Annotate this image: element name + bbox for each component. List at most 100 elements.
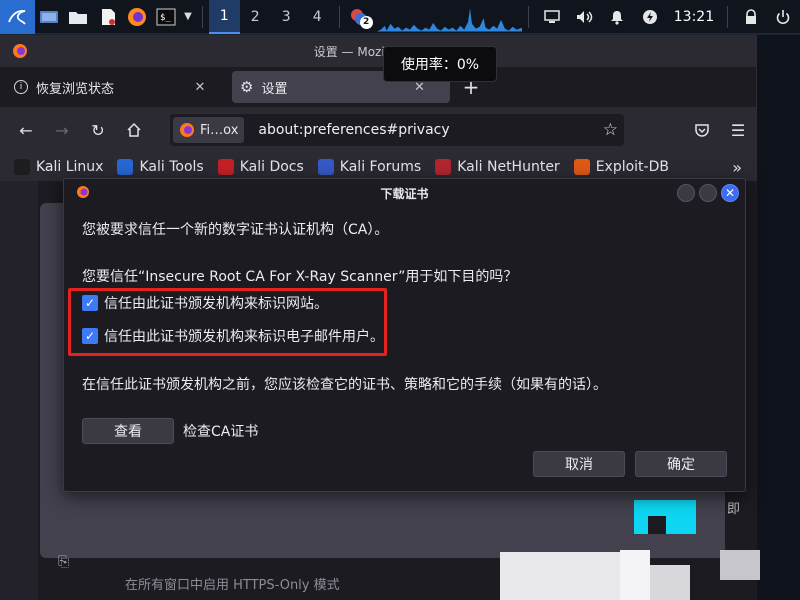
navigation-toolbar: ← → ↻ Fi…ox about:preferences#privacy ☆ … <box>0 107 756 153</box>
launcher-dropdown[interactable]: ▼ <box>180 0 196 34</box>
wallpaper-fragment <box>648 516 666 534</box>
volume-button[interactable] <box>568 0 601 34</box>
home-button[interactable] <box>116 114 152 146</box>
firefox-icon <box>180 123 194 137</box>
pocket-button[interactable] <box>684 114 720 146</box>
cancel-button[interactable]: 取消 <box>533 451 625 477</box>
view-certificate-label: 检查CA证书 <box>183 424 259 440</box>
wallpaper-fragment <box>500 552 620 600</box>
hamburger-menu-icon: ☰ <box>730 120 746 140</box>
taskbar-separator <box>338 5 340 28</box>
firefox-launcher-button[interactable] <box>122 0 151 34</box>
bookmark-kali-forums[interactable]: Kali Forums <box>317 159 421 175</box>
bookmark-exploit-db[interactable]: Exploit-DB <box>573 159 669 175</box>
bookmark-kali-linux[interactable]: Kali Linux <box>14 159 103 175</box>
pocket-icon <box>695 124 709 137</box>
trust-email-checkbox[interactable]: ✓ <box>82 328 98 344</box>
kali-nethunter-icon <box>435 159 452 175</box>
bookmark-label: Exploit-DB <box>595 159 669 175</box>
bookmark-kali-tools[interactable]: Kali Tools <box>117 159 204 175</box>
lock-icon <box>745 8 756 24</box>
checkmark-icon: ✓ <box>84 329 96 343</box>
dialog-titlebar[interactable]: 下载证书 ✕ <box>64 179 745 207</box>
file-manager-button[interactable] <box>64 0 93 34</box>
show-desktop-button[interactable] <box>35 0 64 34</box>
lock-screen-button[interactable] <box>734 0 767 34</box>
logout-button[interactable] <box>767 0 800 34</box>
settings-side-icon[interactable]: ⎘ <box>58 554 69 570</box>
workspace-2[interactable]: 2 <box>240 0 271 34</box>
app-menu-button[interactable]: ☰ <box>720 114 756 146</box>
trust-email-option[interactable]: ✓ 信任由此证书颁发机构来标识电子邮件用户。 <box>82 326 384 346</box>
trust-websites-option[interactable]: ✓ 信任由此证书颁发机构来标识网站。 <box>82 293 328 313</box>
arrow-left-icon: ← <box>19 120 33 140</box>
minimize-button[interactable] <box>677 184 695 202</box>
exploit-db-icon <box>573 159 590 175</box>
document-icon <box>101 8 115 25</box>
desktop-wallpaper <box>757 35 800 600</box>
chevron-down-icon: ▼ <box>184 11 192 22</box>
notification-app-button[interactable]: 2 <box>346 0 373 34</box>
speaker-icon <box>577 10 593 23</box>
taskbar: $_ ▼ 1 2 3 4 2 13:21 <box>0 0 800 34</box>
terminal-icon: $_ <box>156 8 176 25</box>
text-editor-button[interactable] <box>93 0 122 34</box>
kali-menu-button[interactable] <box>0 0 35 34</box>
url-text[interactable]: about:preferences#privacy <box>258 122 449 138</box>
clock[interactable]: 13:21 <box>667 0 721 34</box>
dialog-question-text: 您要信任“Insecure Root CA For X-Ray Scanner”… <box>82 269 518 285</box>
bookmarks-overflow-button[interactable]: » <box>732 158 742 177</box>
identity-box[interactable]: Fi…ox <box>173 117 245 143</box>
workspace-3[interactable]: 3 <box>271 0 302 34</box>
bookmark-kali-docs[interactable]: Kali Docs <box>217 159 304 175</box>
bookmark-label: Kali Docs <box>239 159 304 175</box>
power-bolt-icon <box>643 9 658 24</box>
identity-label: Fi…ox <box>200 122 239 138</box>
bookmark-label: Kali Tools <box>139 159 204 175</box>
cpu-usage-tooltip: 使用率：0% <box>383 46 497 82</box>
back-button[interactable]: ← <box>8 114 44 146</box>
tab-label: 恢复浏览状态 <box>36 81 115 97</box>
power-icon <box>777 9 790 24</box>
checkbox-label: 信任由此证书颁发机构来标识电子邮件用户。 <box>104 329 384 345</box>
info-icon: i <box>14 80 28 94</box>
home-icon <box>127 122 141 137</box>
checkbox-label: 信任由此证书颁发机构来标识网站。 <box>104 296 328 312</box>
forward-button[interactable]: → <box>44 114 80 146</box>
wallpaper-fragment <box>720 550 760 580</box>
bookmark-kali-nethunter[interactable]: Kali NetHunter <box>435 159 560 175</box>
bell-icon <box>611 10 624 25</box>
window-titlebar[interactable]: 设置 — Mozilla Firefox <box>0 35 756 67</box>
kali-docs-icon <box>217 159 234 175</box>
close-icon: ✕ <box>724 186 736 200</box>
tab-close-button[interactable]: ✕ <box>192 80 208 95</box>
trust-websites-checkbox[interactable]: ✓ <box>82 295 98 311</box>
terminal-launcher-button[interactable]: $_ <box>151 0 180 34</box>
close-button[interactable]: ✕ <box>721 184 739 202</box>
bookmark-label: Kali NetHunter <box>457 159 560 175</box>
dialog-warning-text: 在信任此证书颁发机构之前，您应该检查它的证书、策略和它的手续（如果有的话）。 <box>82 377 607 393</box>
maximize-button[interactable] <box>699 184 717 202</box>
tab-strip: i 恢复浏览状态 ✕ ⚙ 设置 ✕ + <box>0 67 756 107</box>
cpu-usage-graph[interactable] <box>376 1 523 32</box>
workspace-1[interactable]: 1 <box>208 0 240 34</box>
power-manager-button[interactable] <box>634 0 667 34</box>
url-bar[interactable]: Fi…ox about:preferences#privacy ☆ <box>170 114 624 146</box>
ok-button[interactable]: 确定 <box>635 451 727 477</box>
window-title: 设置 — Mozilla Firefox <box>313 44 443 59</box>
notification-badge: 2 <box>359 15 373 29</box>
kali-dragon-icon <box>14 159 30 175</box>
reload-button[interactable]: ↻ <box>80 114 116 146</box>
dialog-title: 下载证书 <box>380 186 429 201</box>
star-icon[interactable]: ☆ <box>603 120 618 140</box>
taskbar-separator <box>528 5 530 28</box>
bookmark-label: Kali Linux <box>36 159 104 175</box>
display-button[interactable] <box>535 0 568 34</box>
view-certificate-button[interactable]: 查看 <box>82 418 174 444</box>
tab-restore-session[interactable]: i 恢复浏览状态 ✕ <box>6 71 228 103</box>
workspace-4[interactable]: 4 <box>302 0 333 34</box>
page-side-text: 即 <box>727 502 741 517</box>
notifications-button[interactable] <box>601 0 634 34</box>
dialog-body: 您被要求信任一个新的数字证书认证机构（CA）。 您要信任“Insecure Ro… <box>68 219 722 444</box>
https-only-option[interactable]: 在所有窗口中启用 HTTPS-Only 模式 <box>125 574 340 593</box>
